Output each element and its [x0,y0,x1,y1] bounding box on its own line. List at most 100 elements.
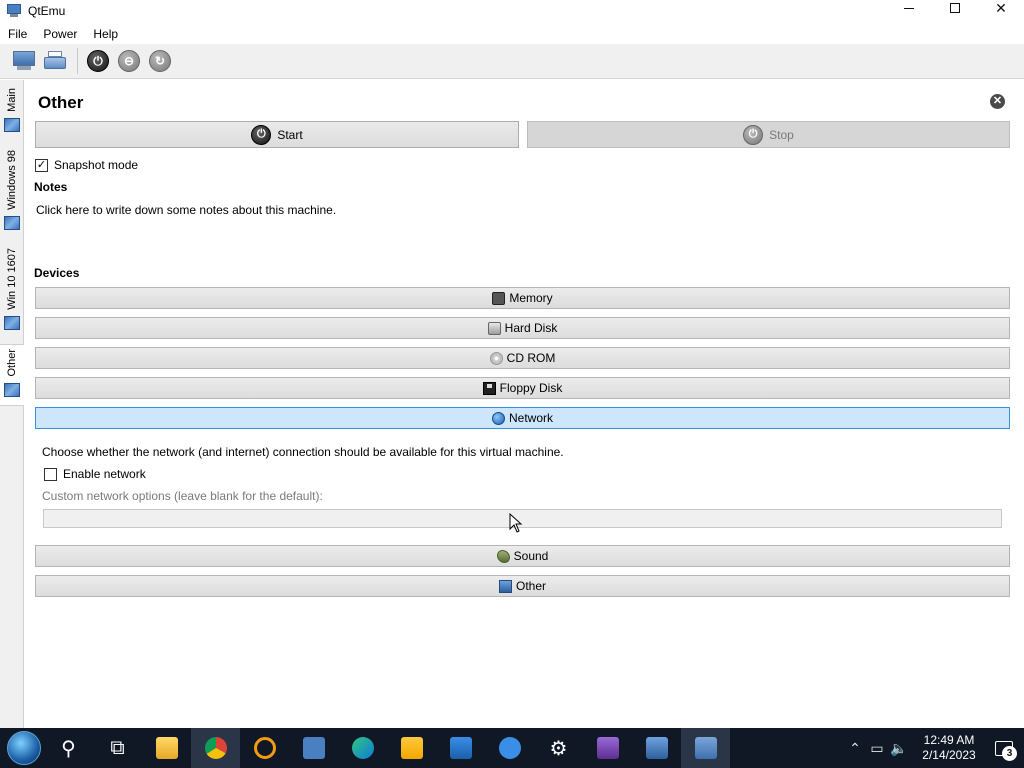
device-label: Other [515,579,546,593]
people-icon [498,737,521,759]
people-button[interactable] [485,728,534,768]
tab-windows-98[interactable]: Windows 98 [0,146,24,234]
enable-network-row[interactable]: Enable network [44,467,146,481]
close-tab-icon[interactable]: ✕ [990,94,1005,109]
search-taskbar-button[interactable]: ⚲ [44,728,93,768]
chevron-up-icon[interactable]: ⌃ [844,740,866,757]
printer-icon [43,51,67,71]
file-explorer-button[interactable] [142,728,191,768]
toolbar-start-button[interactable]: ⏻ [84,47,112,75]
notification-count: 3 [1002,746,1017,761]
device-hard-disk-button[interactable]: Hard Disk [35,317,1010,339]
enable-network-label: Enable network [63,467,146,481]
device-floppy-disk-button[interactable]: Floppy Disk [35,377,1010,399]
enable-network-checkbox[interactable] [44,467,57,481]
snapshot-mode-label: Snapshot mode [54,158,139,172]
tab-other[interactable]: Other [0,344,24,406]
edge-button[interactable] [338,728,387,768]
minimize-icon [904,7,914,9]
notes-heading: Notes [34,180,68,194]
tab-win-10-1607-label: Win 10 1607 [6,248,18,310]
stop-button[interactable]: ⏻ Stop [527,121,1010,148]
store-button[interactable] [387,728,436,768]
toolbar: ⏻ ⊖ ↻ [0,44,1024,79]
notifications-button[interactable]: 3 [984,728,1024,768]
remote-desktop-icon [645,737,668,759]
chrome-button[interactable] [191,728,240,768]
minimize-button[interactable] [886,0,932,16]
system-tray: ⌃ ▭ 🔈 12:49 AM 2/14/2023 3 [844,728,1024,768]
maximize-button[interactable] [932,0,978,16]
visual-studio-icon [596,737,619,759]
stop-icon: ⊖ [118,50,140,72]
tab-win-10-1607[interactable]: Win 10 1607 [0,244,24,334]
stop-label: Stop [769,127,794,142]
clock[interactable]: 12:49 AM 2/14/2023 [914,733,984,763]
menu-help[interactable]: Help [85,24,126,44]
power-icon: ⏻ [87,50,109,72]
search-icon: ⚲ [61,737,76,760]
reset-icon: ↻ [149,50,171,72]
toolbar-reset-button[interactable]: ↻ [146,47,174,75]
clock-time: 12:49 AM [923,733,975,747]
start-button[interactable]: ⏻ Start [35,121,519,148]
device-network-button[interactable]: Network [35,407,1010,429]
gear-icon: ⚙ [549,737,568,760]
tab-main-label: Main [6,88,18,112]
toolbar-separator [77,48,78,74]
floppy-disk-icon [482,381,496,395]
device-cd-rom-button[interactable]: CD ROM [35,347,1010,369]
close-icon: ✕ [995,0,1007,16]
folder-icon [155,737,178,759]
tab-windows-98-label: Windows 98 [6,150,18,210]
machine-icon [4,215,20,230]
device-label: Memory [509,291,553,305]
window-title: QtEmu [28,4,66,18]
device-label: Network [508,411,553,425]
task-view-button[interactable]: ⧉ [93,728,142,768]
close-window-button[interactable]: ✕ [978,0,1024,16]
sound-icon [496,549,510,563]
device-other-button[interactable]: Other [35,575,1010,597]
calculator-icon [302,737,325,759]
menu-power[interactable]: Power [35,24,85,44]
volume-icon[interactable]: 🔈 [888,740,910,757]
toolbar-stop-button[interactable]: ⊖ [115,47,143,75]
qtemu-icon [694,737,717,759]
taskbar: ⚲ ⧉ ⚙ ⌃ ▭ 🔈 12:49 AM 2/14/2023 3 [0,728,1024,768]
network-description: Choose whether the network (and internet… [42,445,564,459]
maximize-icon [950,3,960,13]
snapshot-mode-row[interactable]: ✓ Snapshot mode [35,158,138,172]
new-machine-button[interactable] [10,47,38,75]
device-sound-button[interactable]: Sound [35,545,1010,567]
tab-main[interactable]: Main [0,84,24,136]
device-memory-button[interactable]: Memory [35,287,1010,309]
search-app-button[interactable] [240,728,289,768]
network-tray-icon[interactable]: ▭ [866,740,888,757]
machine-details-panel: Other ✕ ⏻ Start ⏻ Stop ✓ Snapshot mode N… [25,80,1024,728]
start-button-taskbar[interactable] [4,728,44,768]
visual-studio-button[interactable] [583,728,632,768]
machine-icon [4,315,20,330]
cd-rom-icon [489,351,503,365]
notes-editor[interactable]: Click here to write down some notes abou… [36,203,336,217]
memory-icon [492,291,506,305]
chrome-icon [204,737,227,759]
settings-button[interactable]: ⚙ [534,728,583,768]
qtemu-taskbar-button[interactable] [681,728,730,768]
import-machine-button[interactable] [41,47,69,75]
other-device-icon [498,579,512,593]
machine-icon [4,117,20,132]
remote-desktop-button[interactable] [632,728,681,768]
snapshot-mode-checkbox[interactable]: ✓ [35,158,48,172]
device-label: Hard Disk [504,321,558,335]
monitor-icon [12,50,36,72]
machine-name: Other [38,93,84,112]
calculator-button[interactable] [289,728,338,768]
clock-date: 2/14/2023 [922,748,976,762]
hard-disk-icon [487,321,501,335]
menu-file[interactable]: File [0,24,35,44]
qtemu-app-icon [6,4,22,18]
title-bar: QtEmu ✕ [0,0,1024,22]
photos-button[interactable] [436,728,485,768]
